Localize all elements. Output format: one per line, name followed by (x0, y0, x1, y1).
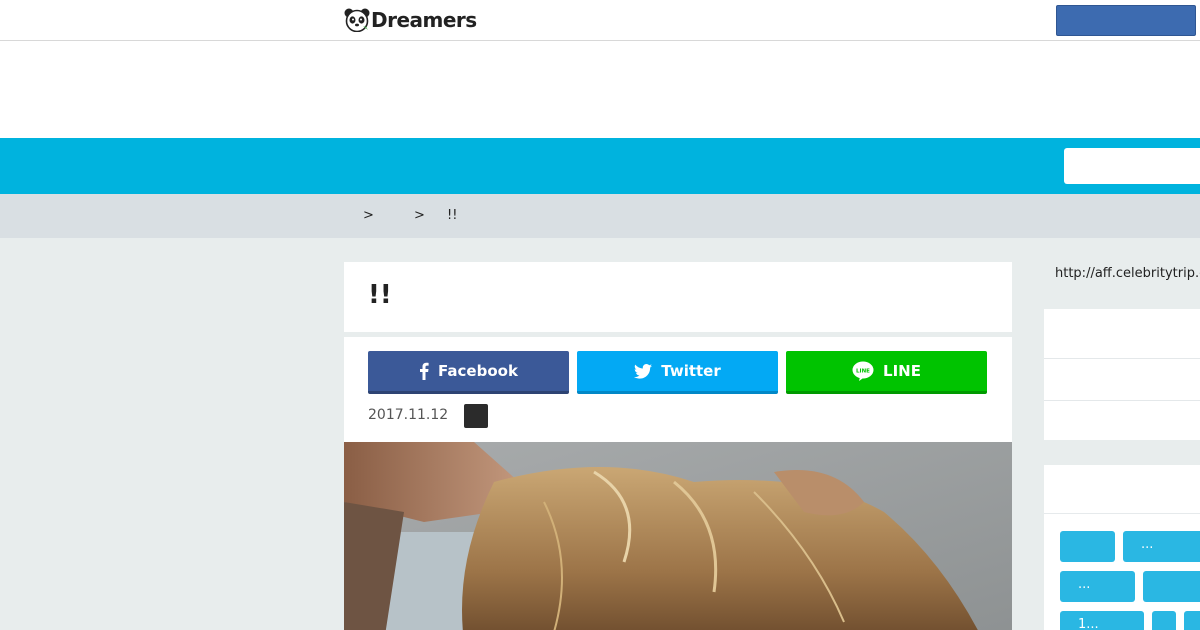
global-nav (0, 138, 1200, 194)
tag-button[interactable] (1184, 611, 1200, 630)
post-date: 2017.11.12 (368, 407, 449, 423)
category-badge[interactable] (464, 404, 488, 428)
tag-button[interactable] (1060, 531, 1115, 562)
search-input[interactable] (1064, 148, 1200, 184)
tag-cloud: ... ... 1... (1044, 465, 1200, 630)
panda-icon (344, 8, 370, 33)
tag-button[interactable]: ... (1123, 531, 1200, 562)
article-body: Facebook Twitter LINE LINE 2017.11.12 (344, 337, 1012, 630)
site-header: Dreamers (0, 0, 1200, 41)
facebook-share-button[interactable]: Facebook (368, 351, 569, 394)
logo-text: Dreamers (371, 8, 477, 32)
breadcrumb-separator: > (414, 208, 425, 223)
facebook-share-label: Facebook (438, 362, 518, 380)
tag-button[interactable] (1143, 571, 1200, 602)
twitter-share-button[interactable]: Twitter (577, 351, 778, 394)
tag-button[interactable]: ... (1060, 571, 1135, 602)
twitter-icon (634, 363, 653, 379)
site-logo[interactable]: Dreamers (344, 7, 477, 33)
list-item[interactable] (1044, 400, 1200, 401)
article-header: !! (344, 262, 1012, 332)
line-icon: LINE (852, 361, 874, 381)
ad-area (0, 41, 1200, 138)
list-item[interactable] (1044, 358, 1200, 359)
header-button[interactable] (1056, 5, 1196, 36)
tag-button[interactable] (1152, 611, 1176, 630)
breadcrumb-separator: > (363, 208, 374, 223)
article-title: !! (368, 280, 392, 310)
twitter-share-label: Twitter (661, 362, 721, 380)
tag-cloud-header (1044, 465, 1200, 514)
facebook-icon (419, 362, 429, 380)
sidebar-list (1044, 309, 1200, 440)
hero-image (344, 442, 1012, 630)
breadcrumb: > > !! (0, 194, 1200, 238)
breadcrumb-current: !! (447, 208, 458, 223)
line-share-button[interactable]: LINE LINE (786, 351, 987, 394)
affiliate-link[interactable]: http://aff.celebritytrip.c (1055, 266, 1200, 281)
tag-button[interactable]: 1... (1060, 611, 1144, 630)
line-share-label: LINE (883, 362, 921, 380)
svg-text:LINE: LINE (856, 369, 870, 375)
